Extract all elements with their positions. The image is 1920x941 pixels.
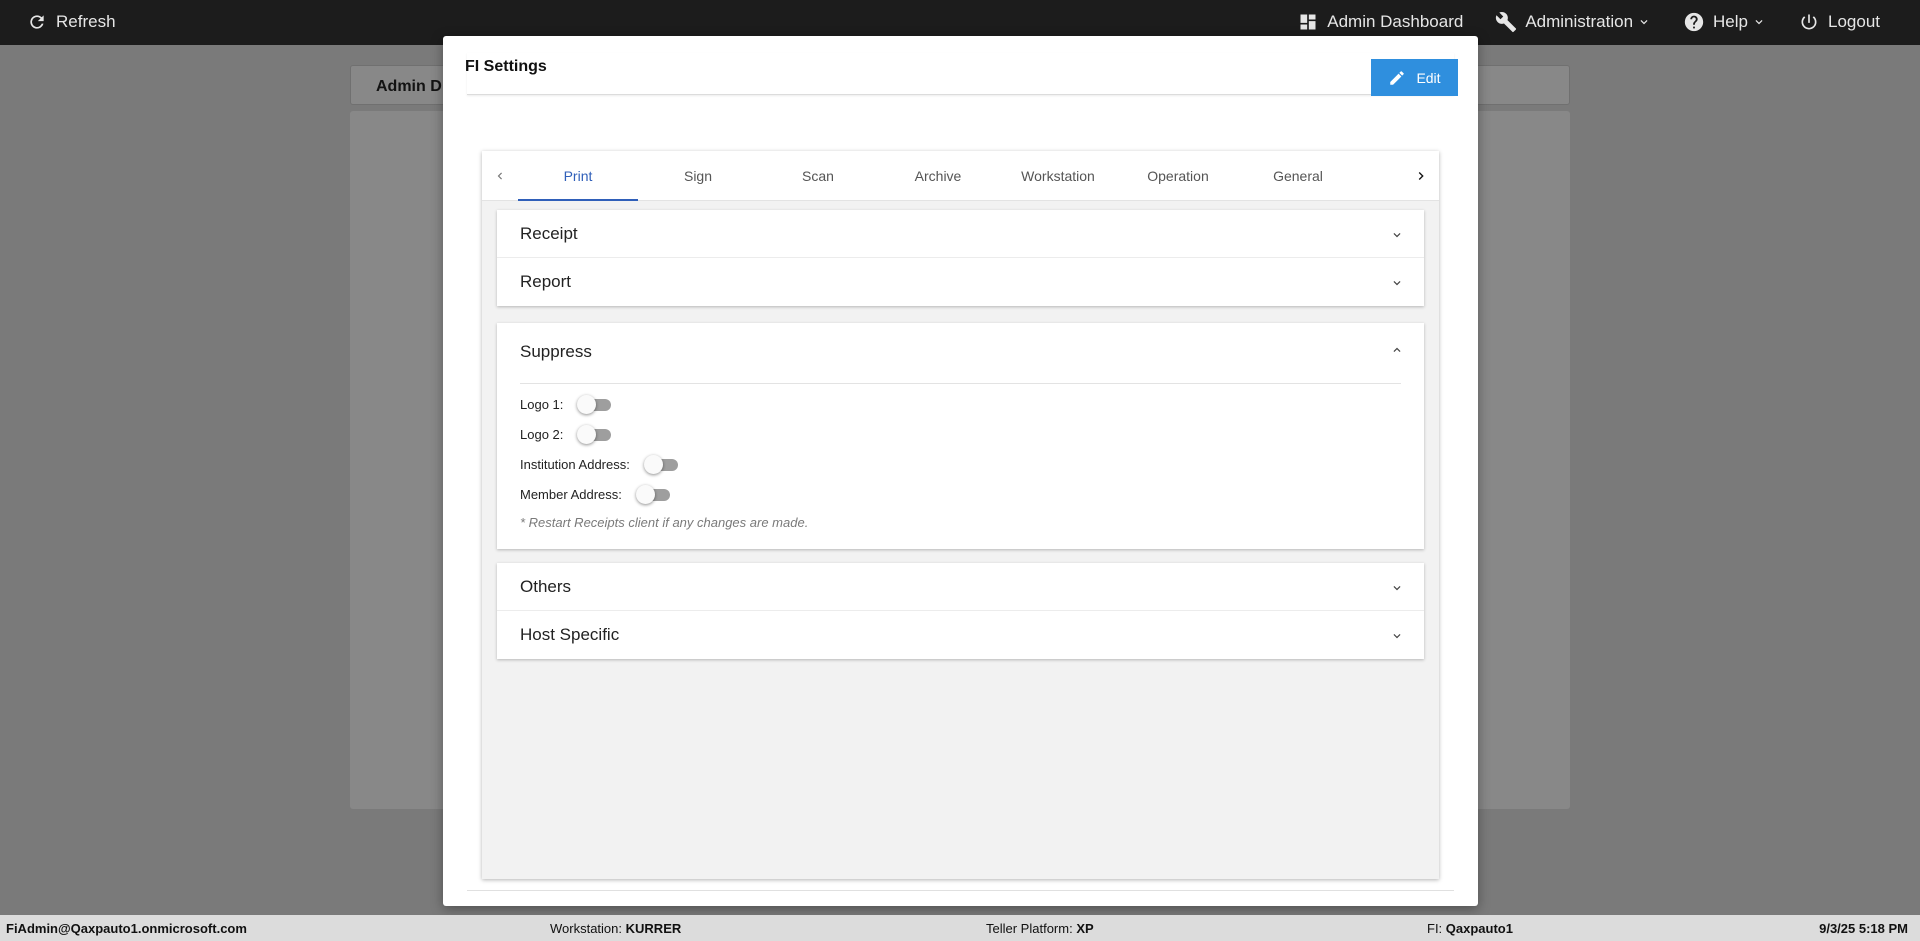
help-menu[interactable]: Help	[1683, 11, 1766, 33]
footer-workstation: Workstation: KURRER	[550, 921, 682, 936]
accordion-suppress: Suppress Logo 1: Logo 2: Institution Add…	[497, 323, 1424, 549]
help-label: Help	[1713, 12, 1748, 31]
chevron-down-icon	[1755, 20, 1763, 25]
accordion-host-specific[interactable]: Host Specific	[497, 611, 1424, 659]
dialog-header	[467, 53, 1454, 95]
tab-workstation[interactable]: Workstation	[998, 151, 1118, 201]
chevron-down-icon	[1640, 20, 1648, 25]
tab-scan[interactable]: Scan	[758, 151, 878, 201]
option-logo-2: Logo 2:	[520, 424, 612, 444]
restart-note: * Restart Receipts client if any changes…	[520, 515, 809, 530]
chevron-down-icon	[1393, 586, 1401, 591]
option-institution-address: Institution Address:	[520, 454, 678, 474]
option-member-address: Member Address:	[520, 484, 670, 504]
status-bar: FiAdmin@Qaxpauto1.onmicrosoft.com Workst…	[0, 915, 1920, 941]
administration-label: Administration	[1525, 12, 1634, 31]
tab-sign[interactable]: Sign	[638, 151, 758, 201]
tabs-scroll-left[interactable]	[482, 151, 518, 201]
tab-print[interactable]: Print	[518, 151, 638, 201]
tabs-scroll-right[interactable]	[1403, 151, 1439, 201]
settings-card: Print Sign Scan Archive Workstation Operation…	[482, 151, 1439, 879]
accordion-report[interactable]: Report	[497, 258, 1424, 306]
option-label: Member Address:	[520, 486, 622, 502]
chevron-down-icon	[1393, 634, 1401, 639]
accordion-label: Receipt	[520, 224, 578, 243]
chevron-right-icon	[1418, 172, 1424, 180]
dialog-content: Print Sign Scan Archive Workstation Operation…	[467, 104, 1454, 891]
accordion-label: Others	[520, 577, 572, 596]
power-icon	[1798, 11, 1820, 33]
tab-strip: Print Sign Scan Archive Workstation Operation…	[518, 151, 1403, 201]
accordion-receipt[interactable]: Receipt	[497, 210, 1424, 258]
refresh-icon	[26, 11, 48, 33]
dashboard-icon	[1297, 11, 1319, 33]
institution-address-toggle[interactable]	[643, 454, 678, 474]
pencil-icon	[1390, 70, 1405, 85]
tab-f[interactable]: F	[1358, 151, 1403, 201]
edit-button[interactable]: Edit	[1371, 59, 1458, 96]
footer-datetime: 9/3/25 5:18 PM	[1819, 921, 1908, 936]
logout-label: Logout	[1828, 12, 1880, 31]
tab-general[interactable]: General	[1238, 151, 1358, 201]
fi-settings-dialog: FI Settings Edit Print Sign Scan Archive Wor…	[443, 36, 1478, 906]
refresh-button[interactable]: Refresh	[26, 11, 116, 33]
logo-1-toggle[interactable]	[577, 394, 612, 414]
footer-fi: FI: Qaxpauto1	[1427, 921, 1513, 936]
option-label: Institution Address:	[520, 456, 630, 472]
accordion-group-top: Receipt Report	[497, 210, 1424, 306]
refresh-label: Refresh	[56, 12, 116, 31]
accordion-suppress-header[interactable]: Suppress	[520, 323, 1401, 384]
accordion-others[interactable]: Others	[497, 563, 1424, 611]
option-label: Logo 1:	[520, 396, 564, 412]
member-address-toggle[interactable]	[635, 484, 670, 504]
chevron-down-icon	[1393, 233, 1401, 238]
settings-tabs: Print Sign Scan Archive Workstation Operation…	[482, 151, 1439, 201]
chevron-up-icon	[1393, 347, 1401, 352]
admin-dashboard-link[interactable]: Admin Dashboard	[1297, 11, 1463, 33]
chevron-left-icon	[497, 172, 502, 180]
logout-button[interactable]: Logout	[1798, 11, 1880, 33]
wrench-icon	[1495, 11, 1517, 33]
accordion-label: Host Specific	[520, 625, 620, 644]
dialog-title: FI Settings	[465, 58, 547, 75]
tab-archive[interactable]: Archive	[878, 151, 998, 201]
footer-teller-platform: Teller Platform: XP	[986, 921, 1094, 936]
edit-label: Edit	[1416, 69, 1441, 86]
administration-menu[interactable]: Administration	[1495, 11, 1651, 33]
accordion-group-bottom: Others Host Specific	[497, 563, 1424, 659]
help-icon	[1683, 11, 1705, 33]
option-logo-1: Logo 1:	[520, 394, 612, 414]
footer-user: FiAdmin@Qaxpauto1.onmicrosoft.com	[6, 921, 247, 936]
admin-dashboard-label: Admin Dashboard	[1327, 12, 1464, 31]
accordion-label: Suppress	[520, 342, 592, 361]
accordion-label: Report	[520, 272, 572, 291]
tab-operation[interactable]: Operation	[1118, 151, 1238, 201]
chevron-down-icon	[1393, 281, 1401, 286]
option-label: Logo 2:	[520, 426, 564, 442]
logo-2-toggle[interactable]	[577, 424, 612, 444]
